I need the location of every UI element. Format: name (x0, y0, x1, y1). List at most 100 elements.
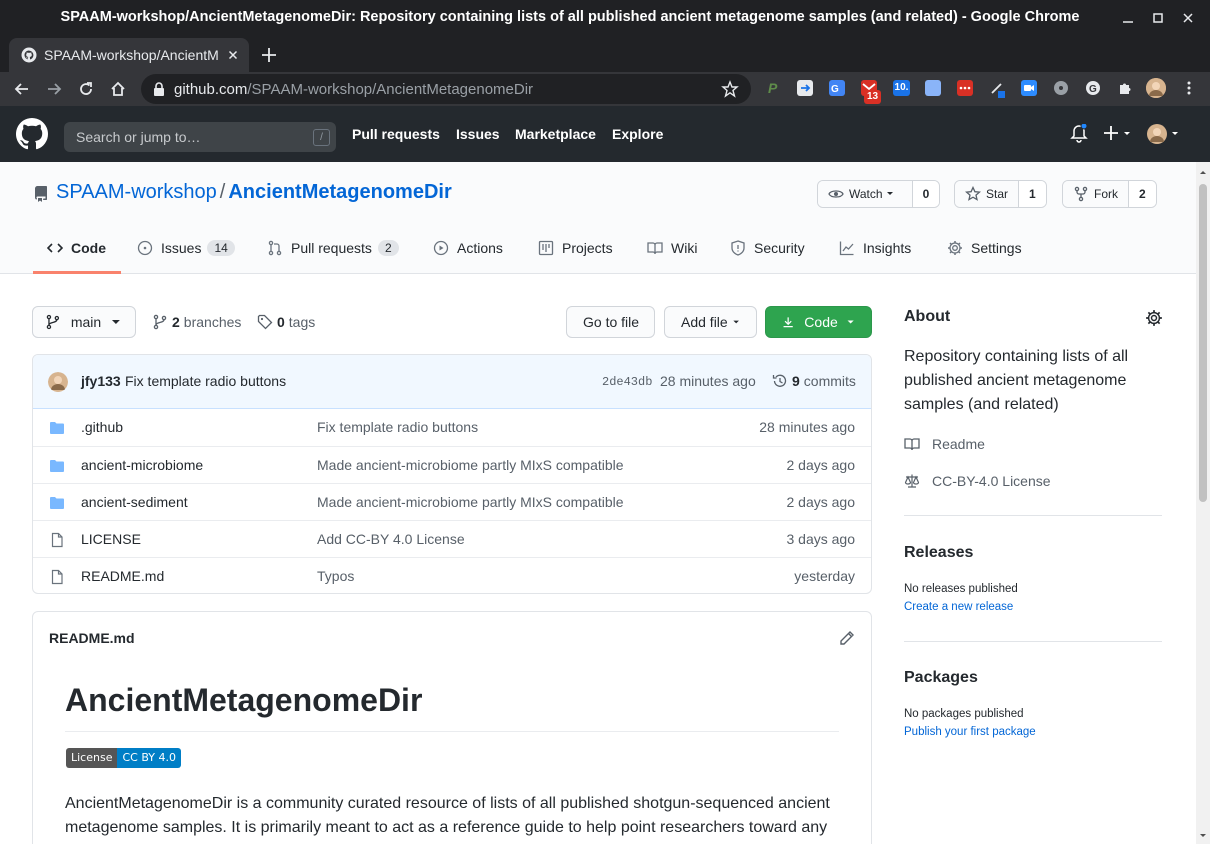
nav-issues[interactable]: Issues (456, 126, 500, 142)
commits-history-link[interactable]: 9 commits (772, 373, 856, 389)
commit-author[interactable]: jfy133 (81, 373, 121, 389)
publish-package-link[interactable]: Publish your first package (904, 726, 1036, 738)
address-bar[interactable]: github.com/SPAAM-workshop/AncientMetagen… (141, 74, 751, 104)
tab-actions[interactable]: Actions (433, 240, 503, 256)
table-row[interactable]: LICENSE Add CC-BY 4.0 License 3 days ago (33, 520, 871, 557)
edit-pencil-icon[interactable] (839, 630, 855, 646)
tab-settings[interactable]: Settings (947, 240, 1022, 256)
search-input[interactable]: Search or jump to… / (64, 122, 336, 152)
license-link[interactable]: CC-BY-4.0 License (904, 473, 1051, 489)
extension-pen-icon[interactable] (989, 80, 1005, 98)
home-icon[interactable] (108, 79, 128, 99)
lock-icon[interactable] (153, 82, 165, 96)
file-commit-message[interactable]: Typos (317, 568, 354, 584)
scroll-up-icon[interactable] (1196, 166, 1210, 178)
chrome-menu-icon[interactable] (1181, 80, 1197, 96)
tab-projects[interactable]: Projects (538, 240, 613, 256)
tab-code[interactable]: Code (47, 240, 106, 256)
browser-tab[interactable]: SPAAM-workshop/AncientMetagenomeDir (9, 38, 249, 72)
close-tab-icon[interactable] (225, 47, 241, 63)
license-badge[interactable]: License CC BY 4.0 (66, 748, 181, 768)
nav-explore[interactable]: Explore (612, 126, 663, 142)
tab-title: SPAAM-workshop/AncientMetagenomeDir (44, 47, 219, 63)
commit-author-avatar[interactable] (48, 372, 68, 392)
scrollbar-thumb[interactable] (1199, 184, 1207, 502)
table-row[interactable]: ancient-sediment Made ancient-microbiome… (33, 483, 871, 520)
user-avatar-menu[interactable] (1147, 124, 1181, 144)
file-commit-message[interactable]: Made ancient-microbiome partly MIxS comp… (317, 457, 624, 473)
tab-pull-requests[interactable]: Pull requests 2 (267, 240, 399, 256)
file-name[interactable]: LICENSE (81, 531, 141, 547)
github-favicon-icon (21, 47, 37, 63)
file-commit-message[interactable]: Fix template radio buttons (317, 419, 478, 435)
commit-sha[interactable]: 2de43db (602, 375, 652, 389)
file-name[interactable]: ancient-sediment (81, 494, 188, 510)
table-row[interactable]: README.md Typos yesterday (33, 557, 871, 593)
url-text[interactable]: github.com/SPAAM-workshop/AncientMetagen… (174, 81, 533, 98)
table-row[interactable]: .github Fix template radio buttons 28 mi… (33, 409, 871, 446)
nav-marketplace[interactable]: Marketplace (515, 126, 596, 142)
packages-heading[interactable]: Packages (904, 669, 978, 687)
create-release-link[interactable]: Create a new release (904, 601, 1013, 613)
profile-avatar-icon[interactable] (1146, 78, 1166, 98)
readme-header: README.md (49, 630, 135, 646)
fork-button[interactable]: Fork 2 (1062, 180, 1157, 208)
minimize-icon[interactable] (1118, 8, 1138, 28)
create-new-plus-icon[interactable] (1103, 124, 1133, 142)
table-row[interactable]: ancient-microbiome Made ancient-microbio… (33, 446, 871, 483)
tab-insights[interactable]: Insights (839, 240, 911, 256)
tab-wiki[interactable]: Wiki (647, 240, 697, 256)
extension-dots-icon[interactable] (957, 80, 973, 96)
extensions-puzzle-icon[interactable] (1117, 80, 1133, 96)
go-to-file-button[interactable]: Go to file (566, 306, 655, 338)
scroll-down-icon[interactable] (1196, 830, 1210, 842)
fork-count[interactable]: 2 (1129, 181, 1156, 207)
reload-icon[interactable] (76, 79, 96, 99)
branches-link[interactable]: 2 branches (152, 314, 241, 330)
new-tab-icon[interactable] (258, 44, 280, 66)
star-count[interactable]: 1 (1019, 181, 1046, 207)
watch-count[interactable]: 0 (912, 181, 940, 207)
extension-calendar-icon[interactable]: 10. (893, 80, 910, 96)
badge-label: License (66, 748, 118, 768)
commit-message[interactable]: Fix template radio buttons (125, 373, 286, 389)
github-logo-icon[interactable] (16, 118, 48, 150)
nav-pull-requests[interactable]: Pull requests (352, 126, 440, 142)
repo-name-link[interactable]: AncientMetagenomeDir (228, 181, 451, 203)
page-scrollbar[interactable] (1196, 162, 1210, 844)
grammarly-icon[interactable]: G (1085, 80, 1101, 96)
repo-description: Repository containing lists of all publi… (904, 348, 1129, 413)
search-shortcut-key: / (313, 129, 330, 146)
extension-circle-icon[interactable] (1053, 80, 1069, 96)
star-button[interactable]: Star 1 (954, 180, 1047, 208)
tab-issues[interactable]: Issues 14 (137, 240, 235, 256)
tags-link[interactable]: 0 tags (257, 314, 315, 330)
branch-selector-button[interactable]: main (32, 306, 136, 338)
file-commit-message[interactable]: Add CC-BY 4.0 License (317, 531, 465, 547)
tab-strip: SPAAM-workshop/AncientMetagenomeDir (0, 36, 1210, 72)
add-file-button[interactable]: Add file (664, 306, 757, 338)
watch-button[interactable]: Watch 0 (817, 180, 941, 208)
releases-heading[interactable]: Releases (904, 544, 973, 562)
extension-arrow-icon[interactable] (797, 80, 813, 96)
repo-owner-link[interactable]: SPAAM-workshop (56, 181, 217, 203)
readme-link[interactable]: Readme (904, 436, 985, 452)
extension-p-icon[interactable]: P (765, 80, 781, 96)
forward-icon[interactable] (44, 79, 64, 99)
bookmark-star-icon[interactable] (721, 80, 739, 98)
file-name[interactable]: README.md (81, 568, 164, 584)
gear-icon[interactable] (1145, 309, 1163, 327)
tab-issues-label: Issues (161, 240, 202, 256)
google-translate-icon[interactable]: G (829, 80, 845, 96)
tab-security[interactable]: Security (730, 240, 805, 256)
file-name[interactable]: .github (81, 419, 123, 435)
zoom-extension-icon[interactable] (1021, 80, 1037, 96)
file-commit-message[interactable]: Made ancient-microbiome partly MIxS comp… (317, 494, 624, 510)
file-name[interactable]: ancient-microbiome (81, 457, 203, 473)
extension-docs-icon[interactable] (925, 80, 941, 96)
code-clone-button[interactable]: Code (765, 306, 872, 338)
maximize-icon[interactable] (1148, 8, 1168, 28)
close-window-icon[interactable] (1178, 8, 1198, 28)
notifications-bell-icon[interactable] (1070, 124, 1088, 144)
back-icon[interactable] (12, 79, 32, 99)
